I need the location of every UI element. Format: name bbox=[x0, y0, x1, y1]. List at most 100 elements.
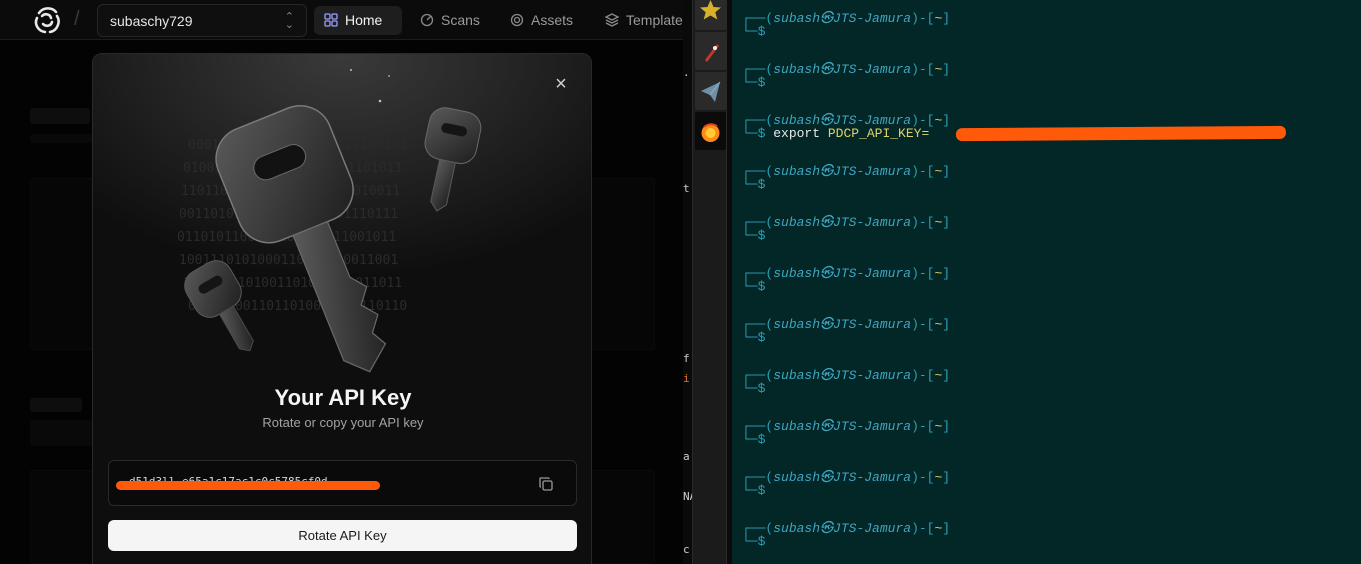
prompt-frame: )-[ bbox=[911, 62, 935, 77]
prompt-user: subash bbox=[773, 11, 821, 26]
prompt-host: JTS-Jamura bbox=[833, 368, 912, 383]
prompt-host: JTS-Jamura bbox=[833, 164, 912, 179]
breadcrumb-separator: / bbox=[74, 8, 80, 30]
prompt-skull-icon: ㉿ bbox=[820, 368, 834, 383]
rocket-icon bbox=[705, 44, 719, 62]
logo-icon[interactable] bbox=[30, 3, 64, 37]
redaction-mark bbox=[116, 481, 380, 490]
prompt-frame: ] bbox=[942, 164, 951, 179]
prompt-frame: )-[ bbox=[911, 521, 935, 536]
prompt-frame: )-[ bbox=[911, 317, 935, 332]
app-dock bbox=[692, 0, 727, 564]
prompt-user: subash bbox=[773, 317, 821, 332]
dock-item-favorites[interactable] bbox=[695, 0, 726, 30]
prompt-user: subash bbox=[773, 266, 821, 281]
modal-subtitle: Rotate or copy your API key bbox=[262, 415, 424, 430]
prompt-dollar: └─$ bbox=[742, 177, 774, 192]
prompt-skull-icon: ㉿ bbox=[820, 266, 834, 281]
star-icon bbox=[700, 0, 721, 20]
nav-templates-label: Template bbox=[626, 12, 683, 28]
prompt-frame: ] bbox=[942, 470, 951, 485]
chevron-up-down-icon: ⌃ ⌄ bbox=[284, 11, 294, 31]
prompt-frame: ] bbox=[942, 317, 951, 332]
prompt-user: subash bbox=[773, 419, 821, 434]
command-line: └─$ bbox=[742, 24, 773, 39]
prompt-dollar: └─$ bbox=[742, 279, 774, 294]
dock-item-firefox[interactable] bbox=[695, 112, 726, 150]
prompt-dollar: └─$ bbox=[742, 483, 774, 498]
nav-scans-label: Scans bbox=[441, 12, 480, 28]
prompt-frame: ] bbox=[942, 266, 951, 281]
prompt-dollar: └─$ bbox=[742, 24, 774, 39]
dock-item-telegram[interactable] bbox=[695, 72, 726, 110]
prompt-skull-icon: ㉿ bbox=[820, 62, 834, 77]
prompt-frame: )-[ bbox=[911, 11, 935, 26]
prompt-skull-icon: ㉿ bbox=[820, 419, 834, 434]
prompt-skull-icon: ㉿ bbox=[820, 521, 834, 536]
command-line: └─$ bbox=[742, 381, 773, 396]
dock-item-launcher[interactable] bbox=[695, 32, 726, 70]
nav-scans[interactable]: Scans bbox=[410, 6, 490, 35]
prompt-frame: ] bbox=[942, 215, 951, 230]
prompt-frame: ] bbox=[942, 62, 951, 77]
prompt-host: JTS-Jamura bbox=[833, 215, 912, 230]
organization-select[interactable]: subaschy729 ⌃ ⌄ bbox=[97, 4, 307, 37]
redaction-mark bbox=[955, 125, 1287, 142]
prompt-user: subash bbox=[773, 470, 821, 485]
telegram-icon bbox=[701, 81, 721, 102]
rotate-api-key-button[interactable]: Rotate API Key bbox=[108, 520, 577, 551]
key-illustration: 0001000111100010010111100101 01001010110… bbox=[93, 54, 591, 374]
prompt-user: subash bbox=[773, 215, 821, 230]
strip-fragment: i bbox=[683, 372, 690, 385]
command-argument: PDCP_API_KEY= bbox=[827, 126, 930, 141]
command-line: └─$ bbox=[742, 75, 773, 90]
prompt-skull-icon: ㉿ bbox=[820, 215, 834, 230]
strip-fragment: t bbox=[683, 182, 690, 195]
close-icon[interactable]: × bbox=[549, 72, 573, 96]
prompt-frame: ] bbox=[942, 521, 951, 536]
prompt-host: JTS-Jamura bbox=[833, 419, 912, 434]
prompt-user: subash bbox=[773, 62, 821, 77]
nav-assets[interactable]: Assets bbox=[500, 6, 580, 35]
strip-fragment: c bbox=[683, 543, 690, 556]
web-app: / subaschy729 ⌃ ⌄ Home Scans Assets Templ… bbox=[0, 0, 683, 564]
prompt-skull-icon: ㉿ bbox=[820, 164, 834, 179]
prompt-user: subash bbox=[773, 164, 821, 179]
command-line: └─$ export PDCP_API_KEY= bbox=[742, 126, 929, 141]
terminal-window[interactable]: ┌──(subash㉿JTS-Jamura)-[~] └─$ ┌──(subash… bbox=[732, 0, 1361, 564]
strip-fragment: NA bbox=[683, 490, 692, 503]
prompt-frame: )-[ bbox=[911, 164, 935, 179]
api-key-field[interactable]: d51d3ll e65a1c17ac1c0c5785cf0d bbox=[108, 460, 577, 506]
top-navigation: / subaschy729 ⌃ ⌄ Home Scans Assets Templ… bbox=[0, 0, 683, 40]
prompt-host: JTS-Jamura bbox=[833, 470, 912, 485]
prompt-skull-icon: ㉿ bbox=[820, 317, 834, 332]
templates-icon bbox=[605, 13, 619, 27]
prompt-dollar: └─$ bbox=[742, 534, 774, 549]
prompt-host: JTS-Jamura bbox=[833, 317, 912, 332]
prompt-skull-icon: ㉿ bbox=[820, 11, 834, 26]
prompt-frame: ] bbox=[942, 11, 951, 26]
modal-title: Your API Key bbox=[274, 385, 412, 410]
prompt-frame: ] bbox=[942, 419, 951, 434]
copy-icon[interactable] bbox=[538, 476, 554, 492]
prompt-frame: ] bbox=[942, 113, 951, 128]
nav-templates[interactable]: Template bbox=[595, 6, 683, 35]
prompt-frame: )-[ bbox=[911, 266, 935, 281]
assets-icon bbox=[510, 13, 524, 27]
strip-fragment: f bbox=[683, 352, 690, 365]
nav-home[interactable]: Home bbox=[314, 6, 402, 35]
strip-fragment: . bbox=[683, 66, 690, 79]
prompt-user: subash bbox=[773, 521, 821, 536]
command-line: └─$ bbox=[742, 228, 773, 243]
prompt-frame: )-[ bbox=[911, 368, 935, 383]
prompt-host: JTS-Jamura bbox=[833, 62, 912, 77]
command-line: └─$ bbox=[742, 279, 773, 294]
command-line: └─$ bbox=[742, 432, 773, 447]
prompt-frame: )-[ bbox=[911, 470, 935, 485]
editor-edge-strip: . t f i a NA c bbox=[683, 0, 692, 564]
command-text: export bbox=[773, 126, 821, 141]
nav-assets-label: Assets bbox=[531, 12, 574, 28]
prompt-skull-icon: ㉿ bbox=[820, 470, 834, 485]
prompt-dollar: └─$ bbox=[742, 75, 774, 90]
prompt-frame: )-[ bbox=[911, 215, 935, 230]
